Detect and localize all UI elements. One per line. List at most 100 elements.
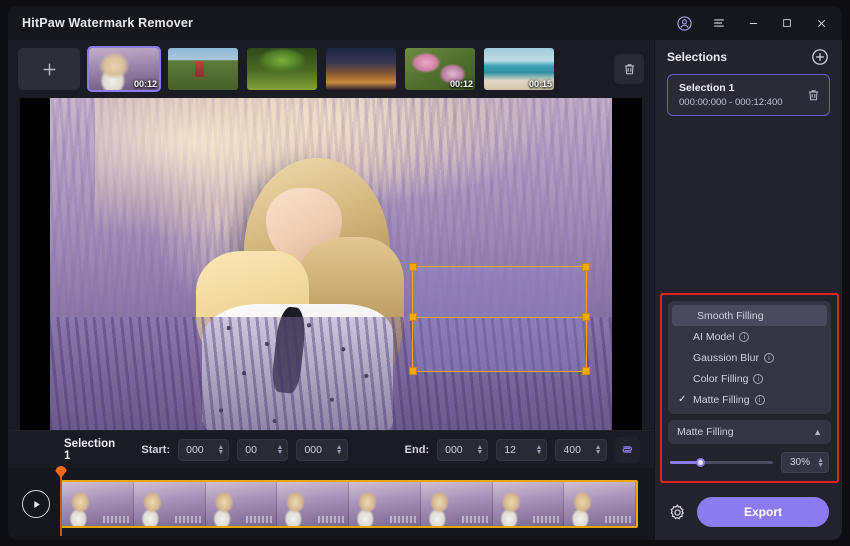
opacity-slider[interactable] xyxy=(670,461,773,464)
export-button[interactable]: Export xyxy=(697,497,829,527)
video-preview[interactable] xyxy=(20,98,642,430)
main-body: 00:12 00:12 00:15 xyxy=(8,40,842,540)
playhead[interactable] xyxy=(60,470,62,536)
timeline-row: ‹ › xyxy=(8,468,654,540)
filling-option-gaussion-blur[interactable]: Gaussion Blur i xyxy=(668,347,831,368)
filling-mode-value: Matte Filling xyxy=(677,426,734,438)
stepper-arrows-icon[interactable]: ▲▼ xyxy=(217,445,224,455)
title-bar: HitPaw Watermark Remover xyxy=(8,6,842,40)
filmstrip[interactable]: ‹ › xyxy=(60,480,638,528)
selection-name-label: Selection 1 xyxy=(64,438,123,462)
media-thumbnail-strip: 00:12 00:12 00:15 xyxy=(8,40,654,98)
resize-handle-bottom-left[interactable] xyxy=(409,367,417,375)
check-icon: ✓ xyxy=(678,394,688,405)
filling-option-label: Gaussion Blur xyxy=(693,352,759,364)
start-millis-value: 000 xyxy=(304,444,322,456)
selections-header: Selections xyxy=(655,40,842,74)
minimize-icon[interactable] xyxy=(736,8,770,38)
selection-split-line xyxy=(412,317,587,319)
thumbnail-item[interactable] xyxy=(168,48,238,90)
opacity-stepper[interactable]: 30% ▲▼ xyxy=(781,452,829,473)
panel-footer: Export xyxy=(655,484,842,540)
stepper-arrows-icon[interactable]: ▲▼ xyxy=(536,445,543,455)
gear-icon[interactable] xyxy=(668,503,687,522)
filling-option-label: Smooth Filling xyxy=(697,310,764,322)
info-icon[interactable]: i xyxy=(739,332,749,342)
thumbnail-duration: 00:12 xyxy=(134,79,157,89)
info-icon[interactable]: i xyxy=(753,374,763,384)
resize-handle-bottom-right[interactable] xyxy=(582,367,590,375)
end-hours-value: 000 xyxy=(445,444,463,456)
selection-card[interactable]: Selection 1 000:00:000 - 000:12:400 xyxy=(667,74,830,116)
thumbnail-item[interactable] xyxy=(247,48,317,90)
thumbnail-duration: 00:12 xyxy=(450,79,473,89)
start-hours-stepper[interactable]: 000 ▲▼ xyxy=(178,439,229,461)
stepper-arrows-icon[interactable]: ▲▼ xyxy=(817,458,824,468)
filmstrip-frame xyxy=(493,482,565,526)
opacity-slider-thumb[interactable] xyxy=(696,458,705,467)
thumbnail-item[interactable]: 00:12 xyxy=(89,48,159,90)
end-hours-stepper[interactable]: 000 ▲▼ xyxy=(437,439,488,461)
trash-icon[interactable] xyxy=(806,88,821,103)
start-minutes-stepper[interactable]: 00 ▲▼ xyxy=(237,439,288,461)
filling-option-label: Matte Filling xyxy=(693,394,750,406)
plus-circle-icon[interactable] xyxy=(810,47,830,67)
filmstrip-frame xyxy=(349,482,421,526)
filling-option-ai-model[interactable]: AI Model i xyxy=(668,326,831,347)
thumbnail-item[interactable]: 00:15 xyxy=(484,48,554,90)
selection-time-row: Selection 1 Start: 000 ▲▼ 00 ▲▼ 000 ▲▼ E… xyxy=(8,430,654,468)
start-label: Start: xyxy=(141,444,170,456)
start-millis-stepper[interactable]: 000 ▲▼ xyxy=(296,439,347,461)
filling-options-panel: Smooth Filling AI Model i Gaussion Blur … xyxy=(660,293,839,483)
stepper-arrows-icon[interactable]: ▲▼ xyxy=(595,445,602,455)
filling-mode-select[interactable]: Matte Filling ▲ xyxy=(668,420,831,444)
thumbnail-duration: 00:15 xyxy=(529,79,552,89)
thumbnail-item[interactable] xyxy=(326,48,396,90)
end-millis-value: 400 xyxy=(563,444,581,456)
add-media-button[interactable] xyxy=(18,48,80,90)
maximize-icon[interactable] xyxy=(770,8,804,38)
filling-option-label: Color Filling xyxy=(693,373,748,385)
chevron-up-icon[interactable]: ▲ xyxy=(813,427,822,437)
filling-option-smooth[interactable]: Smooth Filling xyxy=(672,305,827,326)
app-title: HitPaw Watermark Remover xyxy=(22,16,193,30)
opacity-value: 30% xyxy=(790,457,810,468)
filmstrip-frame xyxy=(134,482,206,526)
stepper-arrows-icon[interactable]: ▲▼ xyxy=(476,445,483,455)
end-minutes-value: 12 xyxy=(504,444,516,456)
end-minutes-stepper[interactable]: 12 ▲▼ xyxy=(496,439,547,461)
end-millis-stepper[interactable]: 400 ▲▼ xyxy=(555,439,606,461)
menu-icon[interactable] xyxy=(702,8,736,38)
filling-mode-list: Smooth Filling AI Model i Gaussion Blur … xyxy=(668,301,831,414)
resize-handle-middle-left[interactable] xyxy=(409,313,417,321)
close-icon[interactable] xyxy=(804,8,838,38)
filling-option-matte-filling[interactable]: ✓ Matte Filling i xyxy=(668,389,831,410)
thumbnail-item[interactable]: 00:12 xyxy=(405,48,475,90)
filling-option-label: AI Model xyxy=(693,331,734,343)
stepper-arrows-icon[interactable]: ▲▼ xyxy=(336,445,343,455)
timeline-track[interactable]: ‹ › xyxy=(60,480,638,528)
start-hours-value: 000 xyxy=(186,444,204,456)
resize-handle-middle-right[interactable] xyxy=(582,313,590,321)
trim-handle-right[interactable]: › xyxy=(636,480,638,528)
info-icon[interactable]: i xyxy=(764,353,774,363)
selection-card-name: Selection 1 xyxy=(679,82,783,94)
play-icon[interactable] xyxy=(22,490,50,518)
filling-option-color-filling[interactable]: Color Filling i xyxy=(668,368,831,389)
end-label: End: xyxy=(405,444,429,456)
stepper-arrows-icon[interactable]: ▲▼ xyxy=(277,445,284,455)
resize-handle-top-left[interactable] xyxy=(409,263,417,271)
info-icon[interactable]: i xyxy=(755,395,765,405)
right-panel: Selections Selection 1 000:00:000 - 000:… xyxy=(654,40,842,540)
loop-icon[interactable] xyxy=(615,437,640,463)
delete-media-button[interactable] xyxy=(614,54,644,84)
watermark-selection-box[interactable] xyxy=(412,266,586,372)
filmstrip-frame xyxy=(277,482,349,526)
filmstrip-frame xyxy=(421,482,493,526)
resize-handle-top-right[interactable] xyxy=(582,263,590,271)
selections-title: Selections xyxy=(667,50,727,64)
selection-card-time: 000:00:000 - 000:12:400 xyxy=(679,97,783,108)
app-window: HitPaw Watermark Remover xyxy=(8,6,842,540)
account-icon[interactable] xyxy=(666,8,702,38)
filmstrip-frame xyxy=(564,482,636,526)
